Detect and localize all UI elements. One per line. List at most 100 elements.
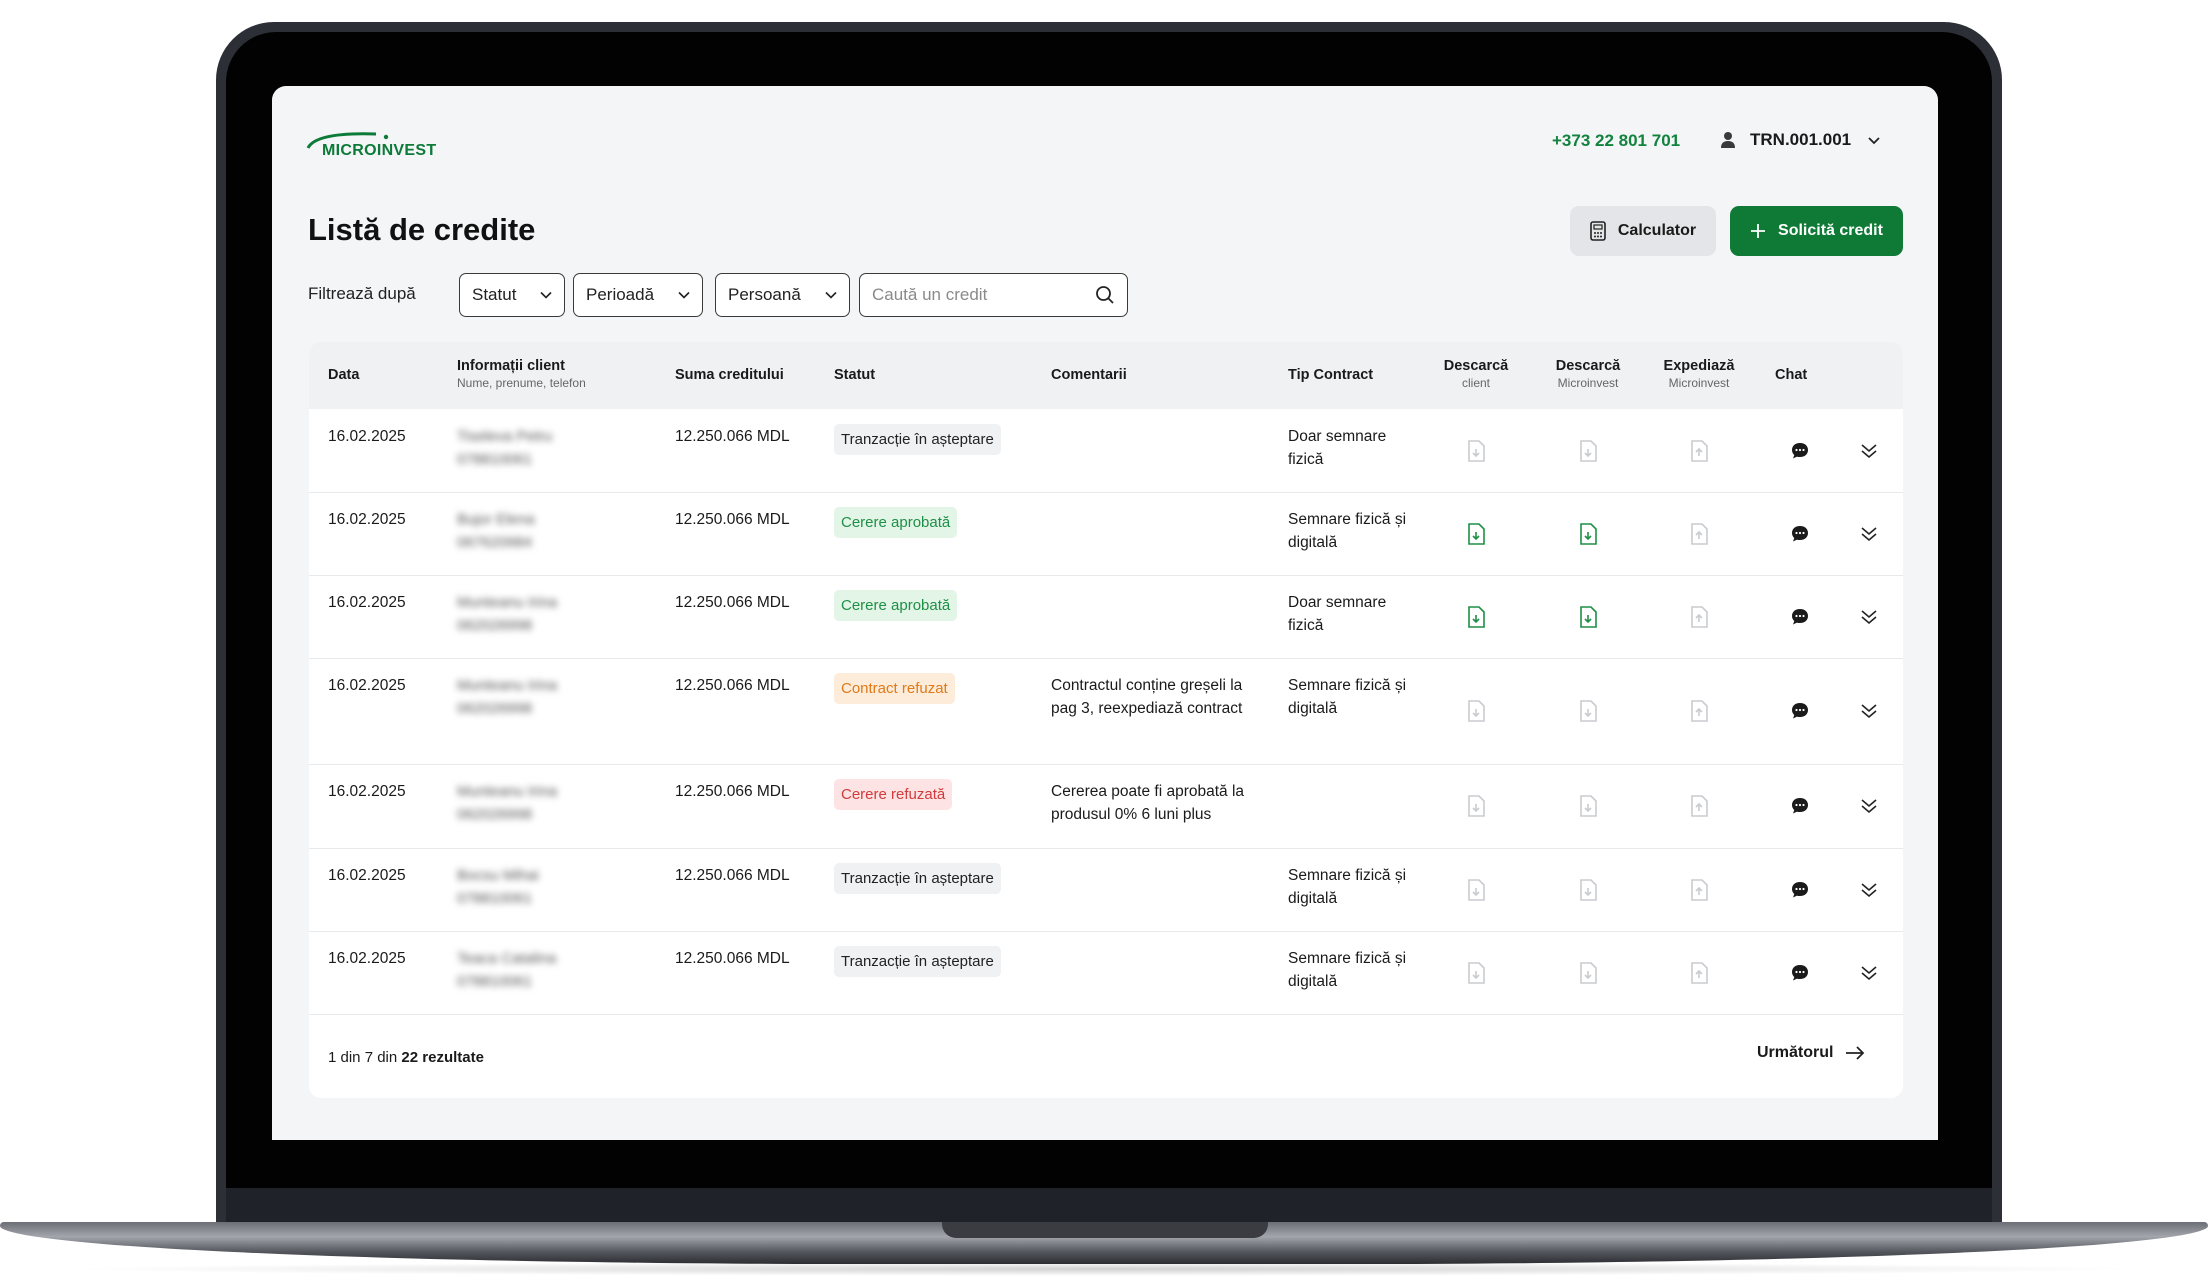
row-date: 16.02.2025 [328,428,406,445]
period-filter-dropdown[interactable]: Perioadă [573,273,703,317]
table-row[interactable]: 16.02.2025 Munteanu Irina 062026998 12.250.… [309,658,1903,765]
user-code: TRN.001.001 [1750,130,1852,149]
row-amount: 12.250.066 MDL [675,594,790,611]
calculator-label: Calculator [1617,222,1697,239]
row-client-name: Bocsu Mihai [457,867,539,884]
status-badge: Cerere aprobată [834,507,958,538]
plus-icon [1751,224,1766,238]
calculator-button[interactable]: Calculator [1570,206,1716,256]
expand-row-icon[interactable] [1860,526,1878,547]
table-row[interactable]: 16.02.2025 Munteanu Irina 062026998 12.250.… [309,764,1903,849]
download-microinvest-icon [1579,879,1597,906]
user-icon [1721,132,1735,148]
download-client-icon[interactable] [1467,523,1485,550]
laptop-notch [942,1222,1268,1238]
download-microinvest-icon[interactable] [1579,606,1597,633]
col-download-mi: Descarcă Microinvest [1543,357,1633,391]
table-row[interactable]: 16.02.2025 Teaca Catalina 078810061 12.250.… [309,931,1903,1015]
request-credit-button[interactable]: Solicită credit [1730,206,1903,256]
person-filter-dropdown[interactable]: Persoană [715,273,850,317]
download-client-icon[interactable] [1467,606,1485,633]
upload-microinvest-icon [1690,795,1708,822]
row-contract-type: Doar semnare fizică [1288,428,1387,468]
next-page-button[interactable]: Următorul [1757,1044,1865,1062]
table-row[interactable]: 16.02.2025 Bocsu Mihai 078810061 12.250.066… [309,848,1903,932]
chat-icon[interactable] [1790,880,1810,905]
row-contract-type: Semnare fizică și digitală [1288,511,1407,551]
app-screen: MICROINVEST +373 22 801 701 TRN.001.001 … [272,86,1938,1140]
row-amount: 12.250.066 MDL [675,511,790,528]
credit-search-input[interactable] [872,285,1072,305]
status-filter-label: Statut [472,285,517,304]
row-contract-type: Semnare fizică și digitală [1288,950,1407,990]
row-date: 16.02.2025 [328,950,406,967]
next-page-label: Următorul [1757,1044,1834,1061]
col-comments: Comentarii [1051,367,1127,383]
row-contract-type: Semnare fizică și digitală [1288,867,1407,907]
upload-microinvest-icon [1690,700,1708,727]
col-amount: Suma creditului [675,367,784,383]
col-client-title: Informații client [457,358,565,374]
expand-row-icon[interactable] [1860,965,1878,986]
logo-text: MICROINVEST [322,142,437,159]
col-contract-type: Tip Contract [1288,367,1374,383]
row-contract-type: Semnare fizică și digitală [1288,677,1407,717]
col-download-client: Descarcă client [1436,357,1516,391]
page-title: Listă de credite [308,212,536,247]
status-badge: Contract refuzat [834,673,955,704]
chat-icon[interactable] [1790,524,1810,549]
person-filter-label: Persoană [728,285,801,304]
download-client-icon [1467,440,1485,467]
chevron-down-icon [540,291,552,299]
expand-row-icon[interactable] [1860,882,1878,903]
download-client-icon [1467,962,1485,989]
credit-search-box[interactable] [859,273,1128,317]
expand-row-icon[interactable] [1860,609,1878,630]
table-row[interactable]: 16.02.2025 Munteanu Irina 062026998 12.250.… [309,575,1903,659]
support-phone[interactable]: +373 22 801 701 [1552,131,1680,151]
col-chat: Chat [1775,367,1808,383]
chat-icon[interactable] [1790,701,1810,726]
expand-row-icon[interactable] [1860,798,1878,819]
download-microinvest-icon [1579,795,1597,822]
col-client: Informații client Nume, prenume, telefon [457,357,586,391]
row-amount: 12.250.066 MDL [675,677,790,694]
microinvest-logo[interactable]: MICROINVEST [306,128,446,164]
row-contract-type: Doar semnare fizică [1288,594,1387,634]
col-download-mi-sub: Microinvest [1557,376,1619,390]
table-row[interactable]: 16.02.2025 Bujor Elena 067620984 12.250.066… [309,492,1903,576]
expand-row-icon[interactable] [1860,443,1878,464]
chevron-down-icon [1868,137,1880,145]
row-client-phone: 067620984 [457,534,533,551]
search-icon[interactable] [1095,285,1115,305]
row-client-phone: 078810061 [457,451,533,468]
row-date: 16.02.2025 [328,594,406,611]
row-client-phone: 078810061 [457,890,533,907]
chat-icon[interactable] [1790,441,1810,466]
table-row[interactable]: 16.02.2025 Tiseleva Petru 078810061 12.250.… [309,409,1903,493]
arrow-right-icon [1846,1046,1865,1060]
upload-microinvest-icon [1690,606,1708,633]
row-client-name: Munteanu Irina [457,677,558,694]
row-comment: Cererea poate fi aprobată la produsul 0%… [1051,783,1245,823]
chat-icon[interactable] [1790,963,1810,988]
chat-icon[interactable] [1790,607,1810,632]
row-date: 16.02.2025 [328,783,406,800]
expand-row-icon[interactable] [1860,703,1878,724]
download-client-icon [1467,700,1485,727]
col-send-title: Expediază [1663,358,1735,374]
col-client-sub: Nume, prenume, telefon [457,376,586,390]
filter-label: Filtrează după [308,284,416,303]
status-badge: Cerere aprobată [834,590,958,621]
status-filter-dropdown[interactable]: Statut [459,273,565,317]
download-microinvest-icon[interactable] [1579,523,1597,550]
row-amount: 12.250.066 MDL [675,428,790,445]
user-menu[interactable]: TRN.001.001 [1720,128,1881,152]
row-client-name: Munteanu Irina [457,594,558,611]
col-download-client-title: Descarcă [1443,358,1509,374]
row-date: 16.02.2025 [328,511,406,528]
chat-icon[interactable] [1790,796,1810,821]
row-client-phone: 062026998 [457,617,533,634]
row-client-phone: 062026998 [457,700,533,717]
credits-table: Data Informații client Nume, prenume, te… [309,342,1903,1098]
